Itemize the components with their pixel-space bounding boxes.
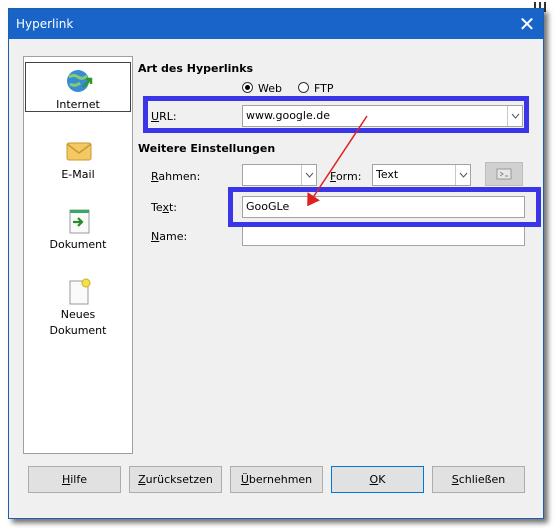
annotation-arrow bbox=[307, 115, 368, 207]
